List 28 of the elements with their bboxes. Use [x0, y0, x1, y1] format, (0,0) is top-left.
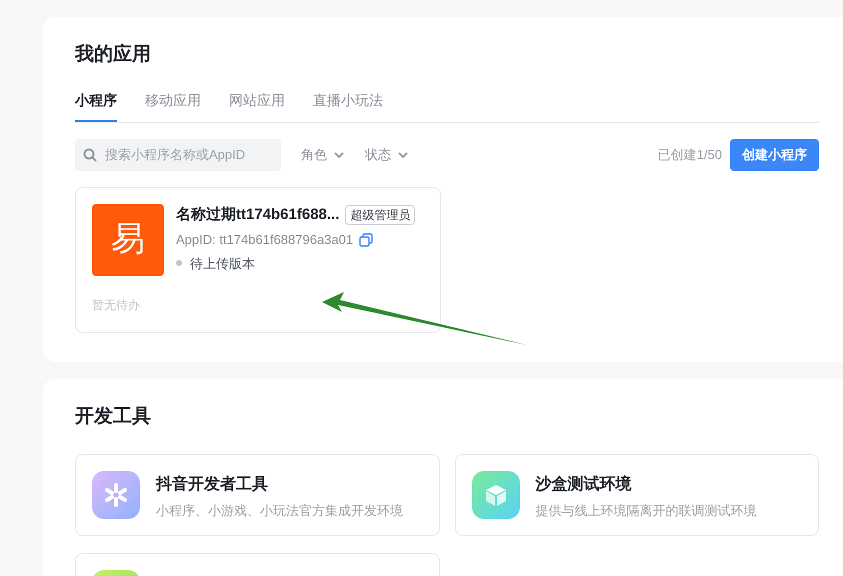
tab[interactable]: 直播小玩法 [313, 90, 383, 122]
tab[interactable]: 小程序 [75, 90, 117, 122]
tool-name: 抖音开发者工具 [156, 474, 269, 494]
section-title: 开发工具 [75, 405, 152, 429]
section-title: 我的应用 [75, 42, 152, 67]
cube-icon [472, 470, 520, 518]
search-field[interactable]: 搜索小程序名称或AppID [75, 138, 281, 170]
sparkle-icon [92, 470, 140, 518]
app-id: AppID: tt174b61f688796a3a01 [176, 231, 354, 249]
tool-card[interactable]: 沙盒测试环境 提供与线上环境隔离开的联调测试环境 [454, 454, 819, 536]
tool-name: 沙盒测试环境 [536, 474, 632, 494]
search-icon [83, 148, 97, 162]
create-button[interactable]: 创建小程序 [730, 138, 819, 170]
tab[interactable]: 网站应用 [229, 90, 285, 122]
app-logo: 易 [92, 204, 164, 276]
app-status: 待上传版本 [190, 254, 255, 272]
filter-dropdown[interactable]: 状态 [365, 144, 409, 164]
tab[interactable]: 移动应用 [145, 90, 201, 122]
tool-description: 提供与线上环境隔离开的联调测试环境 [536, 502, 756, 520]
created-count: 已创建1/50 [658, 146, 722, 164]
todo-text: 暂无待办 [92, 296, 141, 314]
tool-description: 小程序、小游戏、小玩法官方集成开发环境 [156, 502, 403, 520]
filter-dropdown[interactable]: 角色 [301, 144, 345, 164]
tool-card[interactable]: 抖音开发者工具 小程序、小游戏、小玩法官方集成开发环境 [75, 454, 440, 536]
app-name: 名称过期tt174b61f688... [176, 204, 340, 224]
role-tag: 超级管理员 [345, 204, 416, 225]
copy-icon[interactable] [359, 232, 374, 247]
app-card[interactable]: 易 名称过期tt174b61f688... 超级管理员 AppID: tt174b61f688796a3a01 待上传版本 暂无待办 [75, 186, 441, 332]
